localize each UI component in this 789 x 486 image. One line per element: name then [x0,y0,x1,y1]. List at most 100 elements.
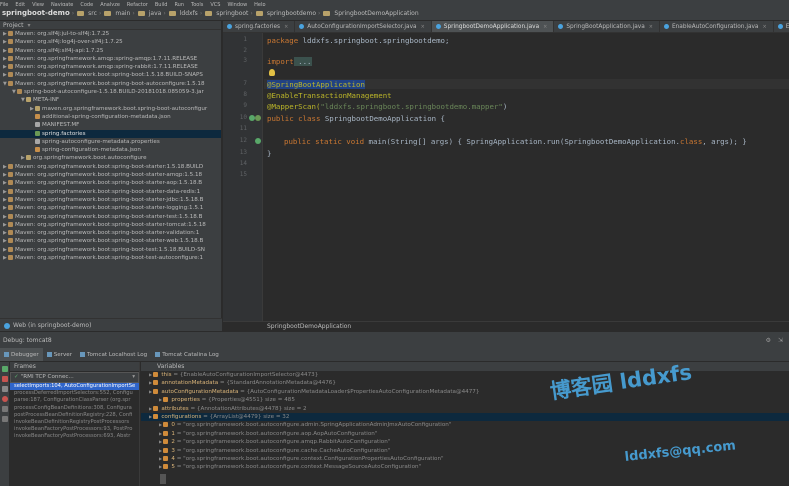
breadcrumb-item[interactable]: src [86,6,99,20]
code-line[interactable]: @SpringBootApplication [267,80,365,89]
tree-item[interactable]: ▶ Maven: org.springframework.boot:spring-… [0,204,221,212]
stack-frame[interactable]: invokeBeanDefinitionRegistryPostProcesso… [10,419,139,426]
code-fold[interactable]: ... [293,57,312,66]
tree-item[interactable]: ▶ org.springframework.boot.autoconfigure [0,154,221,162]
variable-row[interactable]: ▶ 5 = "org.springframework.boot.autoconf… [141,463,789,471]
tree-item[interactable]: ▶ Maven: org.slf4j:jul-to-slf4j:1.7.25 [0,30,221,38]
thread-selector[interactable]: ✓ "RMI TCP Connec... ▾ [10,372,139,383]
breakpoints-icon[interactable] [2,396,8,402]
tree-item[interactable]: ▶ Maven: org.slf4j:log4j-over-slf4j:1.7.2… [0,38,221,46]
tree-item[interactable]: ▼ Maven: org.springframework.boot:spring-… [0,80,221,88]
editor-tab[interactable]: SpringBootApplication.java × [554,21,660,32]
scrollbar-thumb[interactable] [160,474,166,484]
code-line[interactable]: public class SpringbootDemoApplication { [267,114,445,123]
code-line[interactable]: } [267,149,271,158]
code-line[interactable]: import ... [267,57,312,66]
stop-icon[interactable] [2,376,8,382]
breadcrumb-item[interactable]: java [147,6,164,20]
tree-item[interactable]: ▶ maven.org.springframework.boot.spring-b… [0,105,221,113]
editor-breadcrumb[interactable]: SpringbootDemoApplication [223,321,789,331]
close-icon[interactable]: × [284,24,288,30]
editor-tab[interactable]: spring.factories × [223,21,296,32]
tree-item[interactable]: spring.factories [0,129,221,138]
stack-frame[interactable]: processConfigBeanDefinitions:308, Config… [10,405,139,412]
stack-frame[interactable]: selectImports:104, AutoConfigurationImpo… [10,383,139,391]
close-icon[interactable]: × [762,24,766,30]
tree-item[interactable]: MANIFEST.MF [0,121,221,129]
settings-icon[interactable] [2,416,8,422]
stack-frame[interactable]: parse:187, ConfigurationClassParser (org… [10,397,139,404]
variable-row[interactable]: ▶ configurations = {ArrayList@4479} size… [141,412,789,422]
breadcrumb-item[interactable]: SpringbootDemoApplication [332,6,420,20]
tree-item[interactable]: ▼ spring-boot-autoconfigure-1.5.18.BUILD-… [0,88,221,96]
close-icon[interactable]: × [649,24,653,30]
tree-item[interactable]: ▶ Maven: org.springframework.boot:spring-… [0,196,221,204]
lightbulb-icon[interactable] [269,69,275,76]
tree-item[interactable]: ▼ META-INF [0,96,221,104]
debug-tab[interactable]: Tomcat Catalina Log [151,348,223,361]
variable-row[interactable]: ▶ 1 = "org.springframework.boot.autoconf… [141,430,789,438]
tab-icon [155,352,161,357]
tree-item[interactable]: ▶ Maven: org.springframework.boot:spring-… [0,163,221,171]
variable-row[interactable]: ▶ properties = {Properties@4551} size = … [141,396,789,404]
variable-row[interactable]: ▶ 0 = "org.springframework.boot.autoconf… [141,421,789,429]
code-text: ) [502,102,508,111]
editor-tab[interactable]: EnableAutoConfiguration.java × [660,21,774,32]
tree-item[interactable]: ▶ Maven: org.springframework.boot:spring-… [0,229,221,237]
breadcrumb-item[interactable]: springboot [214,6,250,20]
code-line[interactable]: public static void main(String[] args) {… [284,137,747,146]
breadcrumb-item[interactable]: lddxfs [178,6,200,20]
stack-frame[interactable]: invokeBeanFactoryPostProcessors:693, Abs… [10,433,139,440]
stack-frame[interactable]: postProcessBeanDefinitionRegistry:228, C… [10,412,139,419]
tree-item[interactable]: ▶ Maven: org.springframework.boot:spring-… [0,188,221,196]
breadcrumb-item[interactable]: main [113,6,132,20]
field-icon [163,447,169,453]
code-line[interactable]: @EnableTransactionManagement [267,91,392,100]
variable-row[interactable]: ▶ attributes = {AnnotationAttributes@447… [141,405,789,413]
resume-icon[interactable] [2,366,8,372]
chevron-down-icon[interactable]: ▾ [132,373,135,382]
run-icon[interactable] [255,115,261,121]
tree-item[interactable]: ▶ Maven: org.springframework.boot:spring-… [0,246,221,254]
breadcrumb-item[interactable]: springbootdemo [265,6,318,20]
variable-row[interactable]: ▶ autoConfigurationMetadata = {AutoConfi… [141,388,789,396]
tree-item[interactable]: additional-spring-configuration-metadata… [0,113,221,121]
tree-item[interactable]: spring-configuration-metadata.json [0,146,221,154]
tree-item[interactable]: ▶ Maven: org.springframework.amqp:spring-… [0,55,221,63]
debug-tab[interactable]: Server [43,348,76,361]
tree-item[interactable]: ▶ Maven: org.springframework.boot:spring-… [0,71,221,79]
tree-item[interactable]: ▶ Maven: org.springframework.boot:spring-… [0,213,221,221]
tree-item[interactable]: ▶ Maven: org.slf4j:slf4j-api:1.7.25 [0,47,221,55]
debug-tool-window-bar[interactable]: Debug: tomcat8 ⚙ ⇲ [0,331,789,348]
tree-item-label: Maven: org.slf4j:jul-to-slf4j:1.7.25 [15,31,110,37]
gear-icon[interactable]: ⚙ [766,332,771,349]
debug-tab[interactable]: Tomcat Localhost Log [76,348,151,361]
code-editor[interactable]: package lddxfs.springboot.springbootdemo… [264,33,789,321]
stack-frame[interactable]: invokeBeanFactoryPostProcessors:93, Post… [10,426,139,433]
chevron-down-icon[interactable]: ▾ [27,22,30,29]
close-icon[interactable]: × [421,24,425,30]
tree-item[interactable]: spring-autoconfigure-metadata.properties [0,138,221,146]
mute-breakpoints-icon[interactable] [2,406,8,412]
frames-header: Frames [10,362,139,371]
project-panel-header[interactable]: Project ▾ [0,21,221,30]
tree-item[interactable]: ▶ Maven: org.springframework.amqp:spring-… [0,63,221,71]
minimize-icon[interactable]: ⇲ [778,332,783,349]
debug-tab[interactable]: Debugger [0,348,43,361]
stack-frame[interactable]: processDeferredImportSelectors:552, Conf… [10,390,139,397]
code-line[interactable]: @MapperScan("lddxfs.springboot.springboo… [267,102,507,111]
web-tool-window-bar[interactable]: Web (in springboot-demo) [0,318,222,331]
breadcrumb-item[interactable]: springboot-demo [0,6,72,20]
tree-item[interactable]: ▶ Maven: org.springframework.boot:spring-… [0,254,221,262]
tree-item[interactable]: ▶ Maven: org.springframework.boot:spring-… [0,221,221,229]
tree-item[interactable]: ▶ Maven: org.springframework.boot:spring-… [0,171,221,179]
tree-item[interactable]: ▶ Maven: org.springframework.boot:spring-… [0,237,221,245]
run-icon[interactable] [255,138,261,144]
editor-tab[interactable]: AutoConfigurationImportSelector.java × [295,21,432,32]
code-line[interactable]: package lddxfs.springboot.springbootdemo… [267,36,449,45]
editor-tab[interactable]: Enab× [774,21,789,32]
editor-tab[interactable]: SpringbootDemoApplication.java × [431,21,555,32]
close-icon[interactable]: × [543,24,547,30]
pause-icon[interactable] [2,386,8,392]
tree-item[interactable]: ▶ Maven: org.springframework.boot:spring-… [0,179,221,187]
